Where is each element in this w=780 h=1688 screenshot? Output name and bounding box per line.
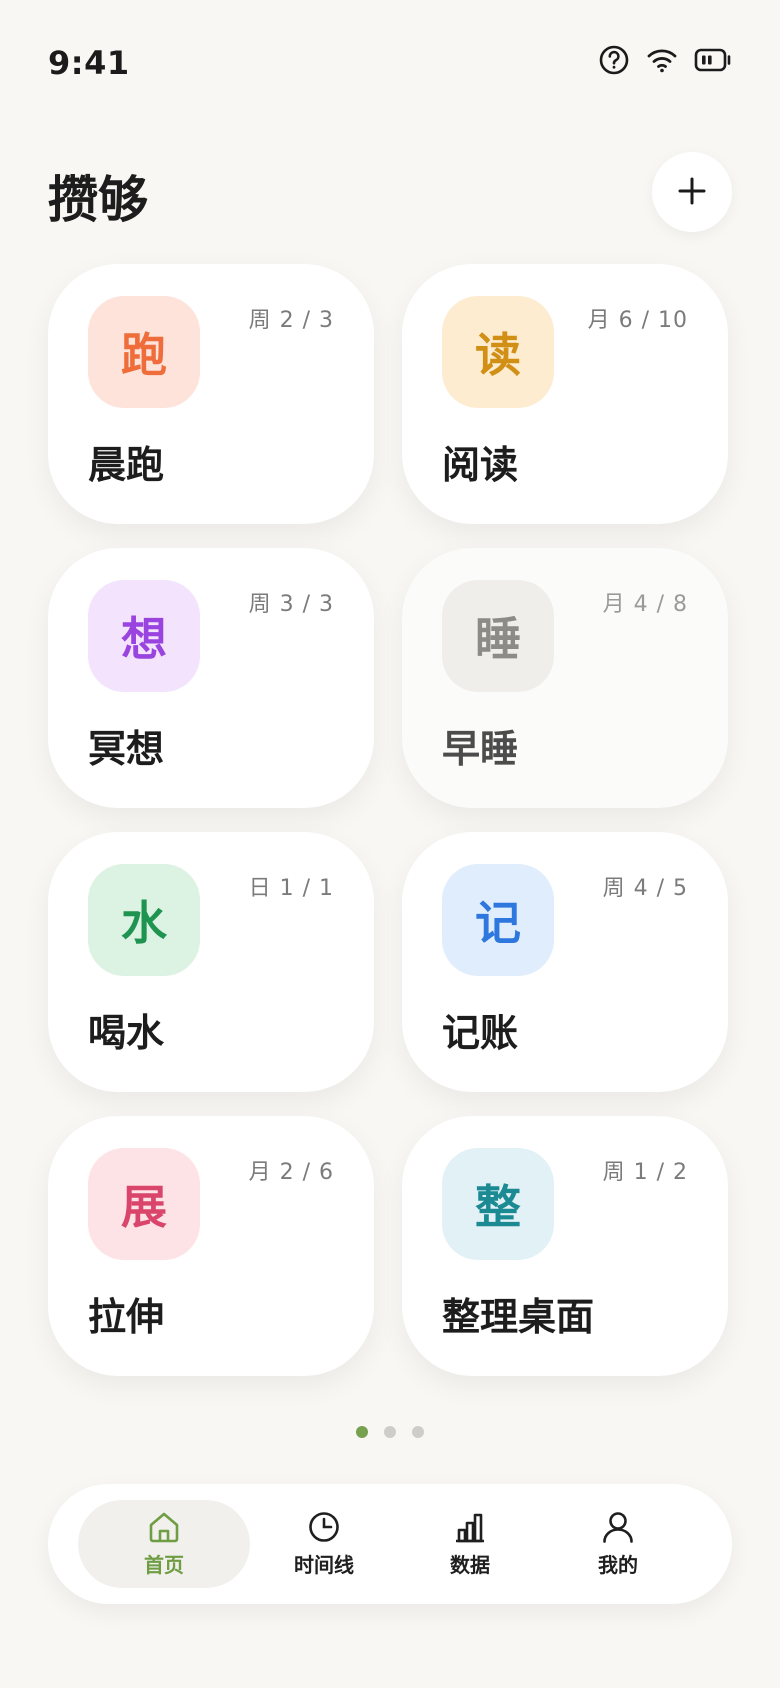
habit-card[interactable]: 整 周 1 / 2 整理桌面	[402, 1116, 728, 1376]
habit-glyph-icon: 整	[442, 1148, 554, 1260]
page-dot[interactable]	[384, 1426, 396, 1438]
habit-card[interactable]: 展 月 2 / 6 拉伸	[48, 1116, 374, 1376]
header: 攒够	[48, 150, 732, 234]
habit-name: 冥想	[88, 727, 165, 771]
habit-progress: 周 2 / 3	[248, 308, 334, 333]
habit-progress: 月 6 / 10	[587, 308, 688, 333]
habit-card[interactable]: 跑 周 2 / 3 晨跑	[48, 264, 374, 524]
habit-grid: 跑 周 2 / 3 晨跑 读 月 6 / 10 阅读 想 周 3 / 3 冥想 …	[48, 264, 728, 1376]
nav-item-profile[interactable]: 我的	[566, 1500, 670, 1588]
habit-glyph-icon: 展	[88, 1148, 200, 1260]
habit-glyph-icon: 记	[442, 864, 554, 976]
habit-card[interactable]: 读 月 6 / 10 阅读	[402, 264, 728, 524]
habit-progress: 周 1 / 2	[602, 1160, 688, 1185]
habit-card[interactable]: 睡 月 4 / 8 早睡	[402, 548, 728, 808]
habit-name: 晨跑	[88, 443, 165, 487]
nav-label: 时间线	[294, 1552, 354, 1577]
add-habit-button[interactable]	[652, 152, 732, 232]
status-time: 9:41	[48, 44, 130, 82]
nav-item-timeline[interactable]: 时间线	[268, 1500, 380, 1588]
habit-progress: 日 1 / 1	[248, 876, 334, 901]
habit-name: 阅读	[442, 443, 519, 487]
habit-progress: 周 4 / 5	[602, 876, 688, 901]
habit-glyph-icon: 想	[88, 580, 200, 692]
habit-name: 喝水	[88, 1011, 165, 1055]
status-icons	[598, 44, 732, 76]
wifi-icon	[646, 46, 678, 74]
habit-name: 早睡	[442, 727, 519, 771]
habit-progress: 周 3 / 3	[248, 592, 334, 617]
help-circle-icon	[598, 44, 630, 76]
habit-card[interactable]: 想 周 3 / 3 冥想	[48, 548, 374, 808]
bar-chart-icon	[453, 1511, 487, 1543]
user-icon	[601, 1511, 635, 1543]
home-icon	[147, 1511, 181, 1543]
status-bar: 9:41	[0, 0, 780, 110]
habit-glyph-icon: 读	[442, 296, 554, 408]
habit-card[interactable]: 水 日 1 / 1 喝水	[48, 832, 374, 1092]
habit-card[interactable]: 记 周 4 / 5 记账	[402, 832, 728, 1092]
habit-glyph-icon: 跑	[88, 296, 200, 408]
battery-icon	[694, 47, 732, 73]
nav-item-home[interactable]: 首页	[78, 1500, 250, 1588]
nav-label: 首页	[144, 1552, 184, 1577]
habit-name: 拉伸	[88, 1295, 165, 1339]
page-dot[interactable]	[356, 1426, 368, 1438]
bottom-nav: 首页 时间线 数据 我的	[48, 1484, 732, 1604]
nav-item-stats[interactable]: 数据	[418, 1500, 522, 1588]
page-dot[interactable]	[412, 1426, 424, 1438]
habit-name: 整理桌面	[442, 1295, 595, 1339]
plus-icon	[677, 176, 707, 209]
habit-name: 记账	[442, 1011, 519, 1055]
habit-progress: 月 2 / 6	[248, 1160, 334, 1185]
app-title: 攒够	[48, 171, 148, 229]
nav-label: 数据	[450, 1552, 490, 1577]
clock-icon	[307, 1511, 341, 1543]
page-indicator	[0, 1426, 780, 1440]
habit-progress: 月 4 / 8	[602, 592, 688, 617]
habit-glyph-icon: 水	[88, 864, 200, 976]
nav-label: 我的	[598, 1552, 638, 1577]
habit-glyph-icon: 睡	[442, 580, 554, 692]
